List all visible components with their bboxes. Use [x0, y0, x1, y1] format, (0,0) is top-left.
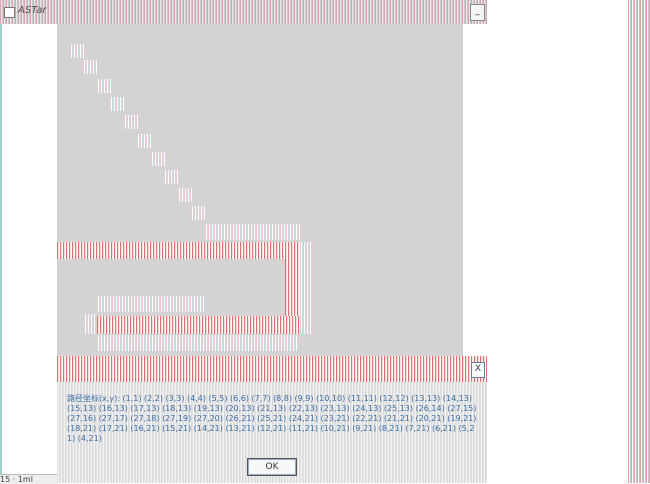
path-cell	[110, 97, 124, 111]
path-cell	[178, 188, 192, 202]
dialog-body: 路径坐标(x,y): (1,1) (2,2) (3,3) (4,4) (5,5)…	[57, 382, 487, 483]
right-margin	[463, 24, 487, 359]
result-dialog: X 路径坐标(x,y): (1,1) (2,2) (3,3) (4,4) (5,…	[57, 356, 487, 483]
path-cell	[124, 115, 138, 129]
path-segment	[300, 242, 313, 334]
path-segment	[97, 296, 205, 312]
path-cell	[164, 170, 178, 184]
right-edge-strip	[628, 0, 650, 483]
path-segment	[84, 314, 97, 334]
path-cell	[137, 134, 151, 148]
path-cell	[191, 206, 205, 220]
path-cell	[70, 44, 84, 58]
obstacle-top-bar	[57, 242, 300, 259]
grid-canvas[interactable]	[57, 24, 463, 359]
astar-window: ASTar _ 15 · 1ml X 路径坐标(x,y): (1,1) (2,2…	[0, 0, 487, 484]
obstacle-bottom-bar	[97, 316, 302, 334]
path-cell	[97, 79, 111, 93]
path-cell	[83, 60, 97, 74]
window-title: ASTar	[18, 5, 47, 16]
app-icon	[4, 7, 15, 18]
ok-button[interactable]: OK	[247, 458, 297, 476]
window-titlebar[interactable]: ASTar _	[0, 0, 487, 24]
path-cell	[151, 152, 165, 166]
dialog-close-button[interactable]: X	[471, 362, 485, 378]
minimize-button[interactable]: _	[470, 4, 485, 21]
dialog-message: 路径坐标(x,y): (1,1) (2,2) (3,3) (4,4) (5,5)…	[67, 394, 477, 443]
dialog-titlebar[interactable]: X	[57, 356, 487, 382]
path-cell	[205, 224, 300, 240]
path-segment	[97, 335, 299, 351]
left-panel	[0, 24, 59, 475]
